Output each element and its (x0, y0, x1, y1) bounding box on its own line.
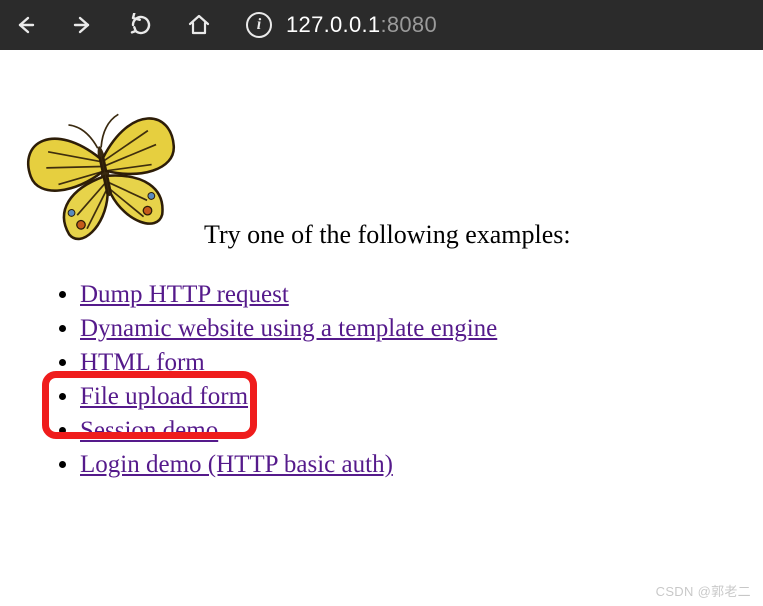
list-item: Session demo (80, 414, 739, 448)
list-item: HTML form (80, 346, 739, 380)
back-button[interactable] (10, 10, 40, 40)
link-dynamic-template[interactable]: Dynamic website using a template engine (80, 315, 497, 342)
page-content: Try one of the following examples: Dump … (0, 50, 763, 492)
link-session-demo[interactable]: Session demo (80, 417, 218, 444)
address-port: :8080 (380, 12, 437, 37)
butterfly-image (14, 76, 194, 246)
info-icon[interactable]: i (246, 12, 272, 38)
list-item: Dump HTTP request (80, 278, 739, 312)
home-icon (187, 13, 211, 37)
link-login-demo[interactable]: Login demo (HTTP basic auth) (80, 451, 393, 478)
arrow-left-icon (13, 13, 37, 37)
list-item: Dynamic website using a template engine (80, 312, 739, 346)
address-text: 127.0.0.1:8080 (286, 12, 437, 38)
link-dump-http[interactable]: Dump HTTP request (80, 281, 289, 308)
reload-icon (129, 13, 153, 37)
home-button[interactable] (184, 10, 214, 40)
forward-button[interactable] (68, 10, 98, 40)
examples-list: Dump HTTP request Dynamic website using … (24, 278, 739, 482)
link-file-upload[interactable]: File upload form (80, 383, 248, 410)
browser-toolbar: i 127.0.0.1:8080 (0, 0, 763, 50)
arrow-right-icon (71, 13, 95, 37)
page-heading: Try one of the following examples: (204, 220, 739, 250)
reload-button[interactable] (126, 10, 156, 40)
address-bar[interactable]: i 127.0.0.1:8080 (246, 12, 437, 38)
list-item: Login demo (HTTP basic auth) (80, 448, 739, 482)
link-html-form[interactable]: HTML form (80, 349, 205, 376)
address-host: 127.0.0.1 (286, 12, 380, 37)
list-item: File upload form (80, 380, 739, 414)
watermark: CSDN @郭老二 (656, 581, 751, 600)
